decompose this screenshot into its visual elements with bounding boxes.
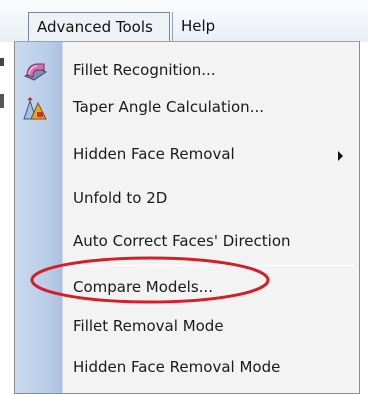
- menu-item-hidden-face-removal-mode[interactable]: Hidden Face Removal Mode: [15, 349, 359, 387]
- menu-item-label: Unfold to 2D: [73, 189, 168, 207]
- clipped-toolbar-fragment: [0, 58, 4, 66]
- menu-item-hidden-face-removal[interactable]: Hidden Face Removal: [15, 136, 359, 174]
- submenu-arrow-icon: [338, 151, 343, 161]
- menu-item-fillet-recognition[interactable]: Fillet Recognition...: [15, 52, 359, 90]
- menu-item-fillet-removal-mode[interactable]: Fillet Removal Mode: [15, 308, 359, 346]
- menu-advanced-tools[interactable]: Advanced Tools: [28, 12, 170, 42]
- advanced-tools-dropdown: Fillet Recognition... Taper Angle Calcul…: [14, 41, 360, 394]
- menu-bar: Advanced Tools Help: [0, 0, 368, 42]
- menu-item-label: Hidden Face Removal: [73, 145, 235, 163]
- menu-item-label: Fillet Recognition...: [73, 61, 216, 79]
- menu-item-label: Hidden Face Removal Mode: [73, 358, 281, 376]
- menu-list: Fillet Recognition... Taper Angle Calcul…: [15, 42, 359, 393]
- menu-separator: [69, 265, 353, 266]
- menu-item-label: Compare Models...: [73, 278, 213, 296]
- app-window: Advanced Tools Help Fillet Recognition..…: [0, 0, 368, 394]
- menu-item-unfold-to-2d[interactable]: Unfold to 2D: [15, 180, 359, 218]
- menu-item-label: Fillet Removal Mode: [73, 317, 224, 335]
- fillet-recognition-icon: [22, 58, 48, 84]
- taper-angle-icon: [22, 95, 48, 121]
- menu-item-auto-correct-faces-direction[interactable]: Auto Correct Faces' Direction: [15, 223, 359, 261]
- menu-help[interactable]: Help: [172, 12, 228, 42]
- menu-item-label: Auto Correct Faces' Direction: [73, 232, 291, 250]
- menu-item-taper-angle-calculation[interactable]: Taper Angle Calculation...: [15, 89, 359, 127]
- menu-item-label: Taper Angle Calculation...: [73, 98, 264, 116]
- menu-item-compare-models[interactable]: Compare Models...: [15, 269, 359, 307]
- clipped-toolbar-fragment: [0, 94, 4, 108]
